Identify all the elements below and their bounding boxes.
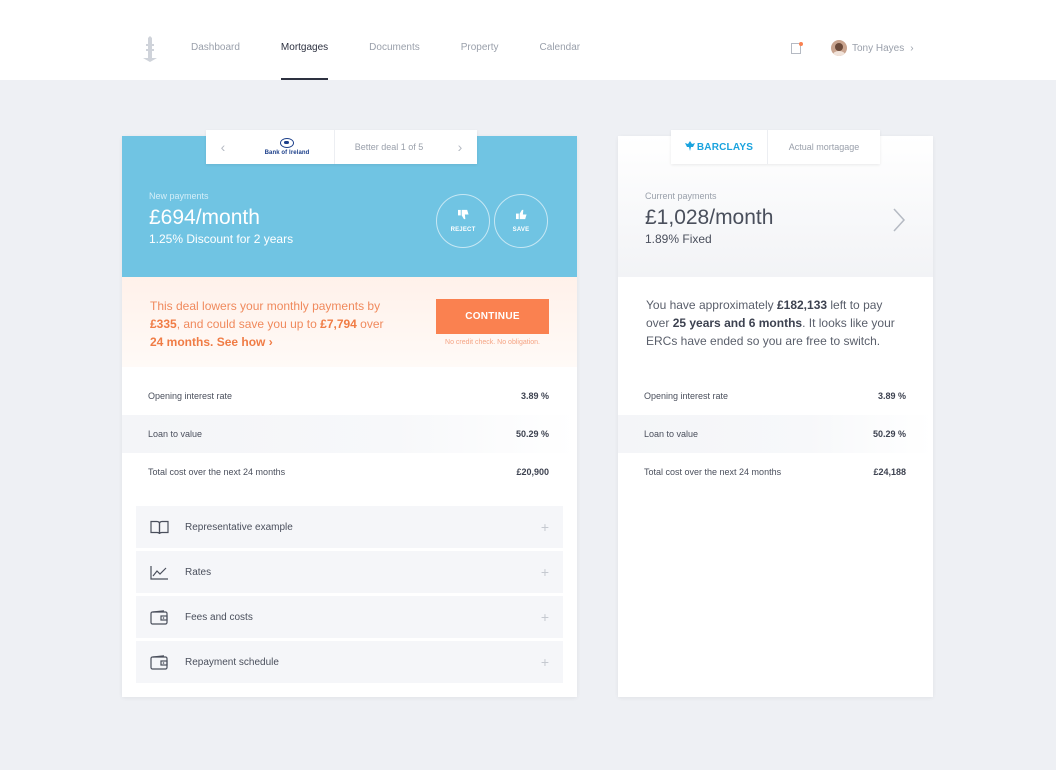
book-icon xyxy=(149,518,169,536)
accordion-representative-example[interactable]: Representative example + xyxy=(136,506,563,548)
mortgage-summary: You have approximately £182,133 left to … xyxy=(646,296,908,350)
bank-of-ireland-logo: Bank of Ireland xyxy=(240,130,335,164)
new-deal-details: Opening interest rate 3.89 % Loan to val… xyxy=(122,377,577,491)
eagle-icon xyxy=(684,141,695,153)
previous-deal-button[interactable]: ‹ xyxy=(206,130,240,164)
continue-button[interactable]: CONTINUE xyxy=(436,299,549,334)
accordion-rates[interactable]: Rates + xyxy=(136,551,563,593)
see-how-link[interactable]: See how › xyxy=(217,335,273,349)
top-navigation-bar: Dashboard Mortgages Documents Property C… xyxy=(0,0,1056,80)
deal-switcher: ‹ Bank of Ireland Better deal 1 of 5 › xyxy=(206,130,477,164)
thumbs-up-icon xyxy=(515,209,527,222)
row-value: 50.29 % xyxy=(872,429,906,439)
current-deal-rate: 1.89% Fixed xyxy=(645,232,712,246)
row-value: £24,188 xyxy=(873,467,906,477)
main-nav: Dashboard Mortgages Documents Property C… xyxy=(191,0,580,80)
bank-crest-icon xyxy=(280,138,294,148)
thumbs-down-icon xyxy=(457,209,469,222)
user-name: Tony Hayes xyxy=(852,42,905,54)
table-row: Opening interest rate 3.89 % xyxy=(122,377,577,415)
current-deal-details: Opening interest rate 3.89 % Loan to val… xyxy=(618,377,933,491)
save-label: SAVE xyxy=(512,227,530,233)
save-button[interactable]: SAVE xyxy=(494,194,548,248)
row-label: Opening interest rate xyxy=(148,391,233,401)
row-label: Opening interest rate xyxy=(644,391,729,401)
plus-icon: + xyxy=(540,609,549,625)
nav-mortgages[interactable]: Mortgages xyxy=(280,0,329,80)
notification-icon[interactable] xyxy=(791,42,803,54)
deal-savings-banner: This deal lowers your monthly payments b… xyxy=(122,277,577,367)
line-chart-icon xyxy=(149,563,169,581)
chevron-left-icon: ‹ xyxy=(220,139,226,155)
nav-property[interactable]: Property xyxy=(461,0,499,80)
actual-mortgage-label: Actual mortagage xyxy=(788,142,860,152)
avatar xyxy=(831,40,847,56)
reject-label: REJECT xyxy=(450,227,476,233)
term-remaining: 25 years and 6 months xyxy=(672,316,803,330)
row-value: £20,900 xyxy=(516,467,549,477)
saving-term: 24 months. xyxy=(150,335,214,349)
plus-icon: + xyxy=(540,654,549,670)
table-row: Loan to value 50.29 % xyxy=(122,415,577,453)
row-value: 50.29 % xyxy=(515,429,549,439)
new-deal-card: New payments £694/month 1.25% Discount f… xyxy=(122,130,577,697)
accordion-label: Rates xyxy=(185,566,212,578)
current-mortgage-card: Current payments £1,028/month 1.89% Fixe… xyxy=(618,130,933,697)
nav-documents[interactable]: Documents xyxy=(369,0,420,80)
row-value: 3.89 % xyxy=(877,391,906,401)
chevron-right-icon: › xyxy=(457,139,463,155)
summary-text-1: You have approximately xyxy=(646,298,777,312)
accordion-label: Fees and costs xyxy=(185,611,253,623)
table-row: Opening interest rate 3.89 % xyxy=(618,377,933,415)
tower-logo-icon[interactable] xyxy=(140,36,160,62)
savings-text-mid: , and could save you up to xyxy=(176,317,321,331)
barclays-logo-text: BARCLAYS xyxy=(696,141,754,153)
plus-icon: + xyxy=(540,519,549,535)
accordion-fees-and-costs[interactable]: Fees and costs + xyxy=(136,596,563,638)
nav-calendar[interactable]: Calendar xyxy=(540,0,581,80)
reject-button[interactable]: REJECT xyxy=(436,194,490,248)
row-label: Total cost over the next 24 months xyxy=(644,467,782,477)
chevron-right-icon: › xyxy=(910,42,914,54)
accordion-repayment-schedule[interactable]: Repayment schedule + xyxy=(136,641,563,683)
chevron-right-icon[interactable] xyxy=(890,206,908,234)
savings-text-start: This deal lowers your monthly payments b… xyxy=(150,299,381,313)
current-payments-caption: Current payments xyxy=(645,191,717,201)
no-obligation-note: No credit check. No obligation. xyxy=(445,339,540,346)
new-payment-amount: £694/month xyxy=(149,206,260,229)
savings-text-end: over xyxy=(356,317,384,331)
savings-text: This deal lowers your monthly payments b… xyxy=(150,297,400,351)
deal-accordion: Representative example + Rates + Fees an… xyxy=(136,506,563,686)
total-saving: £7,794 xyxy=(320,317,357,331)
wallet-icon xyxy=(149,608,169,626)
chevron-right-icon: › xyxy=(268,335,273,349)
accordion-label: Representative example xyxy=(185,521,293,533)
next-deal-button[interactable]: › xyxy=(443,130,477,164)
user-menu[interactable]: Tony Hayes › xyxy=(831,40,914,56)
wallet-icon xyxy=(149,653,169,671)
bank-logo-text: Bank of Ireland xyxy=(264,150,310,156)
row-value: 3.89 % xyxy=(520,391,549,401)
table-row: Loan to value 50.29 % xyxy=(618,415,933,453)
table-row: Total cost over the next 24 months £24,1… xyxy=(618,453,933,491)
current-payment-amount: £1,028/month xyxy=(645,206,774,229)
nav-dashboard[interactable]: Dashboard xyxy=(191,0,240,80)
row-label: Loan to value xyxy=(644,429,699,439)
current-lender-tab: BARCLAYS Actual mortagage xyxy=(671,130,880,164)
row-label: Loan to value xyxy=(148,429,203,439)
see-how-label: See how xyxy=(216,335,266,349)
plus-icon: + xyxy=(540,564,549,580)
new-payments-caption: New payments xyxy=(149,191,209,201)
table-row: Total cost over the next 24 months £20,9… xyxy=(122,453,577,491)
new-deal-rate: 1.25% Discount for 2 years xyxy=(149,232,294,246)
barclays-logo: BARCLAYS xyxy=(671,130,768,164)
row-label: Total cost over the next 24 months xyxy=(148,467,286,477)
balance-remaining: £182,133 xyxy=(776,298,828,312)
accordion-label: Repayment schedule xyxy=(185,656,279,668)
monthly-saving: £335 xyxy=(150,317,177,331)
deal-indicator: Better deal 1 of 5 xyxy=(354,142,424,152)
